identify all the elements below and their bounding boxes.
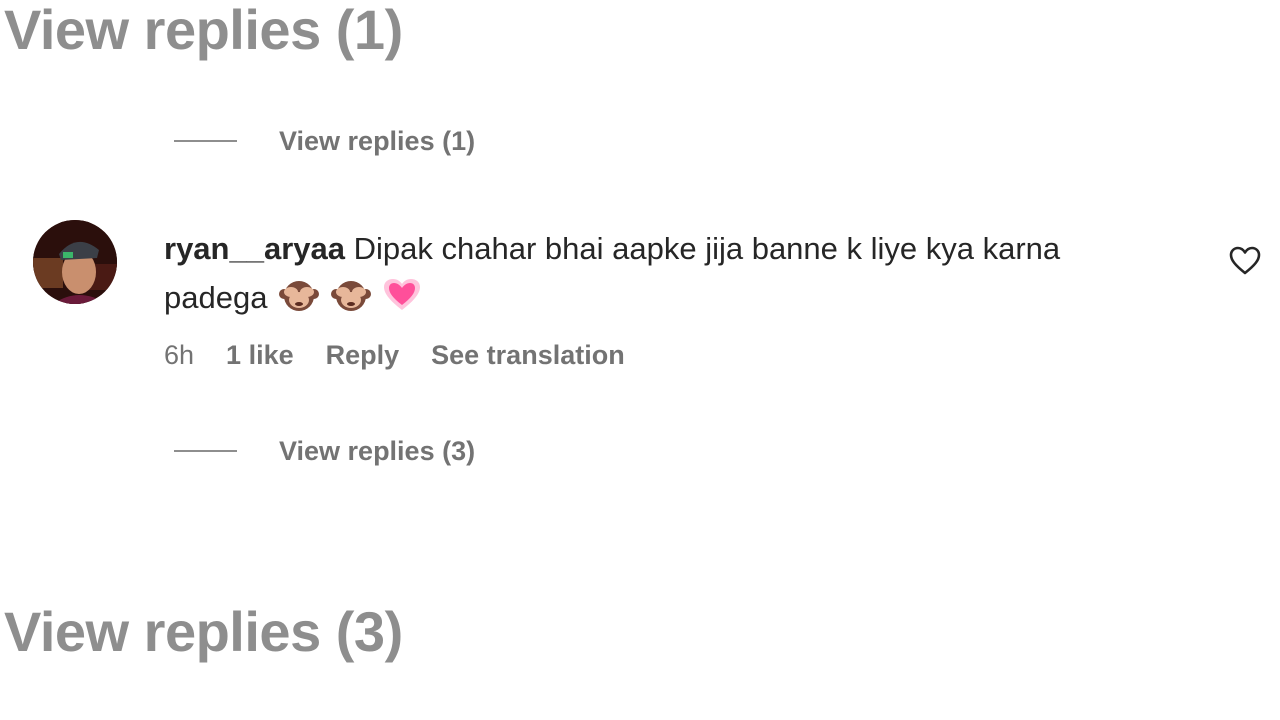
view-replies-label[interactable]: View replies (1) [279, 126, 475, 157]
see-translation-button[interactable]: See translation [431, 340, 625, 371]
view-replies-toggle[interactable]: View replies (1) [174, 126, 475, 156]
view-replies-toggle[interactable]: View replies (3) [174, 436, 475, 466]
reply-button[interactable]: Reply [326, 340, 400, 371]
see-no-evil-monkey-icon [331, 277, 372, 326]
replies-divider-line [174, 450, 237, 452]
replies-divider-line [174, 140, 237, 142]
comment-timestamp: 6h [164, 340, 195, 370]
avatar-photo [33, 220, 117, 304]
comment-text-block: ryan__aryaa Dipak chahar bhai aapke jija… [164, 224, 1164, 326]
see-no-evil-monkey-icon [279, 277, 320, 326]
growing-heart-icon [383, 277, 421, 326]
comment-meta-row: 6h 1 like Reply See translation [164, 340, 657, 371]
view-replies-label[interactable]: View replies (3) [279, 436, 475, 467]
likes-count-button[interactable]: 1 like [226, 340, 294, 371]
zoomed-view-replies-label: View replies (3) [4, 600, 403, 663]
comment-username[interactable]: ryan__aryaa [164, 231, 345, 266]
like-heart-icon[interactable] [1228, 245, 1262, 277]
zoomed-view-replies-label: View replies (1) [4, 0, 403, 61]
avatar[interactable] [33, 220, 117, 304]
